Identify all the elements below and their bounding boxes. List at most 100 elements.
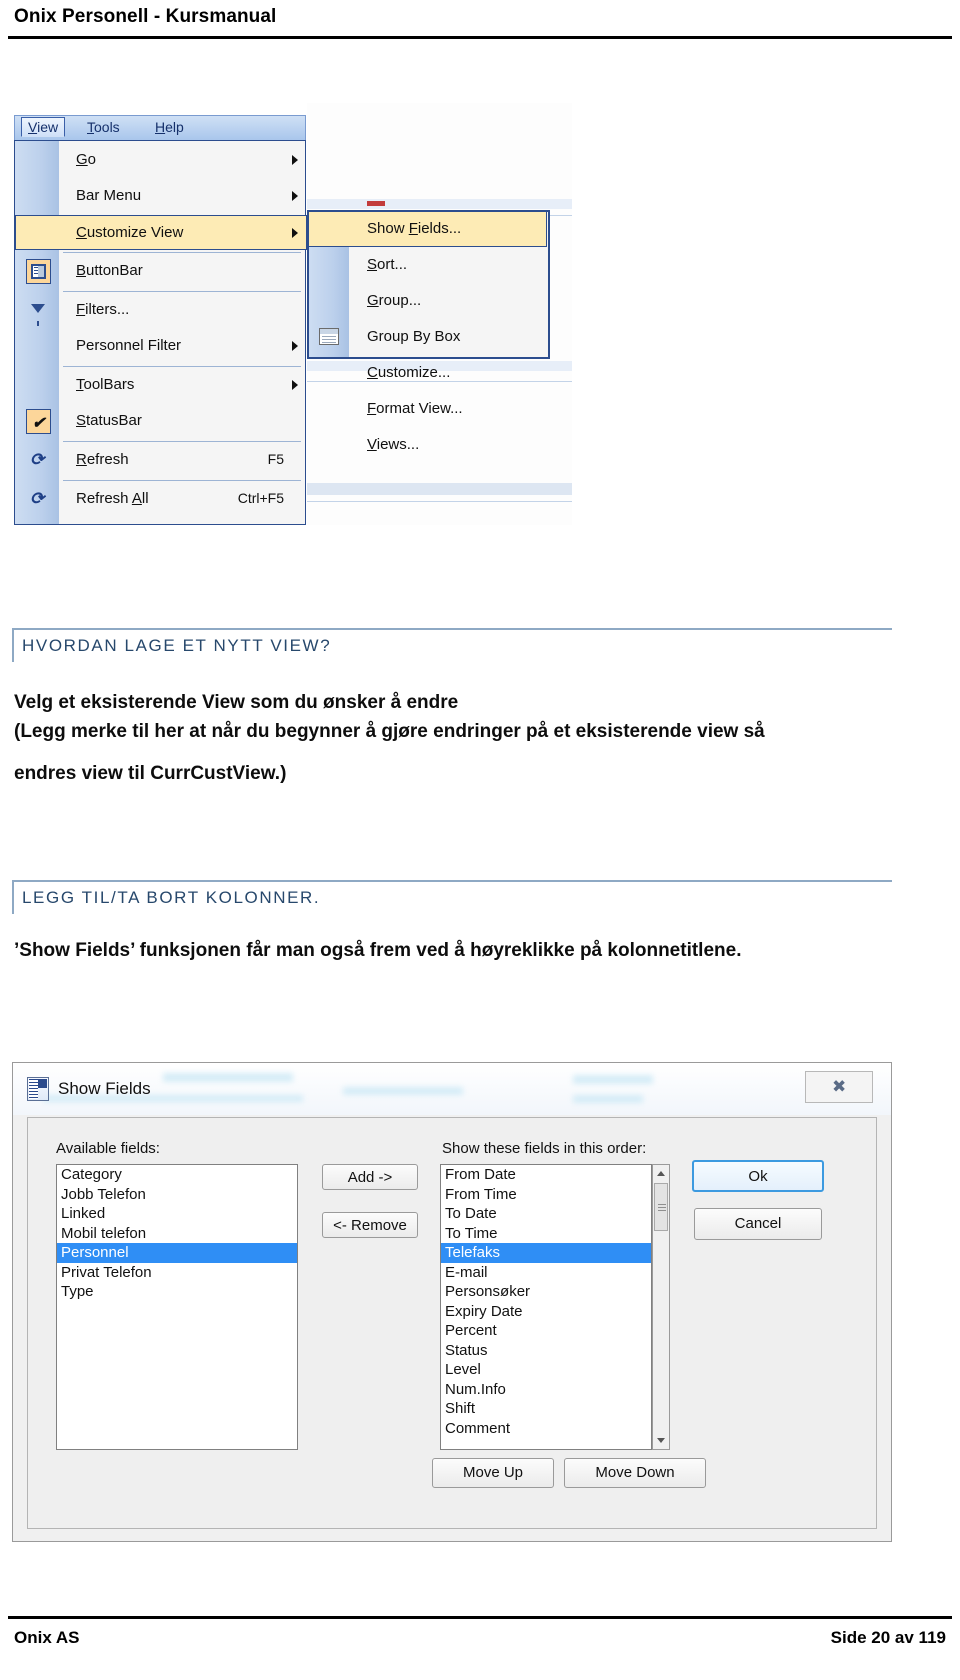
- header-divider: [8, 36, 952, 39]
- order-fields-listbox[interactable]: From Date From Time To Date To Time Tele…: [440, 1164, 652, 1450]
- list-item[interactable]: Type: [57, 1282, 297, 1302]
- show-fields-dialog-screenshot: Show Fields ✖ Available fields: Show the…: [12, 1062, 892, 1542]
- menu-item-go[interactable]: Go: [16, 143, 306, 178]
- menu-separator: [63, 441, 301, 442]
- submenu-item-label: Sort...: [367, 256, 408, 273]
- list-item[interactable]: Mobil telefon: [57, 1224, 297, 1244]
- list-item[interactable]: Status: [441, 1341, 651, 1361]
- section2-line1: ’Show Fields’ funksjonen får man også fr…: [14, 940, 742, 961]
- submenu-item-label: Customize...: [367, 364, 451, 381]
- submenu-arrow-icon: [292, 191, 298, 201]
- checkmark-icon: ✔: [26, 409, 51, 434]
- list-item[interactable]: Privat Telefon: [57, 1263, 297, 1283]
- group-by-box-icon: [319, 328, 339, 345]
- submenu-item-sort[interactable]: Sort...: [309, 248, 548, 284]
- menu-separator: [63, 291, 301, 292]
- scrollbar-thumb[interactable]: [654, 1183, 668, 1231]
- menu-item-label: StatusBar: [76, 412, 142, 429]
- order-fields-label: Show these fields in this order:: [442, 1140, 647, 1157]
- buttonbar-icon: [26, 259, 51, 284]
- available-fields-label: Available fields:: [56, 1140, 160, 1157]
- menu-item-refresh[interactable]: ⟳ Refresh F5: [16, 443, 306, 478]
- dialog-title-text: Show Fields: [58, 1079, 151, 1098]
- menu-item-label: Bar Menu: [76, 187, 142, 204]
- list-item-selected[interactable]: Personnel: [57, 1243, 297, 1263]
- dialog-body: Available fields: Show these fields in t…: [27, 1117, 877, 1529]
- move-up-button[interactable]: Move Up: [432, 1458, 554, 1488]
- list-item[interactable]: Linked: [57, 1204, 297, 1224]
- menu-item-refresh-all[interactable]: ⟳ Refresh All Ctrl+F5: [16, 482, 306, 517]
- list-item-selected[interactable]: Telefaks: [441, 1243, 651, 1263]
- close-button[interactable]: ✖: [805, 1071, 873, 1103]
- submenu-arrow-icon: [292, 155, 298, 165]
- submenu-arrow-icon: [292, 380, 298, 390]
- list-item[interactable]: Jobb Telefon: [57, 1185, 297, 1205]
- menu-item-toolbars[interactable]: ToolBars: [16, 368, 306, 403]
- menu-item-customize-view[interactable]: Customize View: [15, 215, 307, 250]
- scroll-up-button[interactable]: [653, 1165, 669, 1181]
- menu-item-label: ButtonBar: [76, 262, 143, 279]
- menu-item-label: Go: [76, 151, 97, 168]
- list-item[interactable]: Personsøker: [441, 1282, 651, 1302]
- menu-separator: [63, 480, 301, 481]
- menu-item-buttonbar[interactable]: ButtonBar: [16, 254, 306, 289]
- remove-button[interactable]: <- Remove: [322, 1212, 418, 1238]
- submenu-item-group[interactable]: Group...: [309, 284, 548, 320]
- menu-item-shortcut: Ctrl+F5: [237, 490, 284, 506]
- section-rule: [12, 628, 892, 630]
- menu-item-label: Refresh All: [76, 490, 149, 507]
- view-dropdown-menu: Go Bar Menu Customize View ButtonBar Fil…: [14, 140, 307, 525]
- menu-item-label: Filters...: [76, 301, 130, 318]
- available-fields-listbox[interactable]: Category Jobb Telefon Linked Mobil telef…: [56, 1164, 298, 1450]
- page-header: Onix Personell - Kursmanual: [0, 0, 960, 40]
- section-vertical-bar: [12, 880, 14, 914]
- close-icon: ✖: [832, 1077, 847, 1096]
- background-toolbar: [307, 199, 572, 209]
- menu-item-filters[interactable]: Filters...: [16, 293, 306, 328]
- footer-divider: [8, 1616, 952, 1619]
- list-item[interactable]: Comment: [441, 1419, 651, 1439]
- menu-item-label: ToolBars: [76, 376, 135, 393]
- background-accent: [367, 201, 385, 206]
- submenu-item-customize[interactable]: Customize...: [309, 356, 548, 392]
- list-item[interactable]: To Date: [441, 1204, 651, 1224]
- list-item[interactable]: To Time: [441, 1224, 651, 1244]
- move-down-button[interactable]: Move Down: [564, 1458, 706, 1488]
- menu-item-bar-menu[interactable]: Bar Menu: [16, 179, 306, 214]
- submenu-item-views[interactable]: Views...: [309, 428, 548, 464]
- list-item[interactable]: Num.Info: [441, 1380, 651, 1400]
- scroll-down-button[interactable]: [653, 1433, 669, 1449]
- list-item[interactable]: From Time: [441, 1185, 651, 1205]
- menubar-item-tools[interactable]: Tools: [87, 119, 120, 135]
- submenu-item-format-view[interactable]: Format View...: [309, 392, 548, 428]
- show-fields-window-icon: [27, 1077, 49, 1101]
- list-item[interactable]: Expiry Date: [441, 1302, 651, 1322]
- list-item[interactable]: Category: [57, 1165, 297, 1185]
- list-item[interactable]: E-mail: [441, 1263, 651, 1283]
- ok-button[interactable]: Ok: [692, 1160, 824, 1192]
- titlebar-blur: [163, 1073, 293, 1082]
- menu-item-label: Customize View: [76, 224, 184, 241]
- refresh-icon: ⟳: [30, 450, 45, 469]
- section-heading-text: HVORDAN LAGE ET NYTT VIEW?: [22, 636, 332, 655]
- footer-company: Onix AS: [14, 1628, 80, 1647]
- submenu-item-show-fields[interactable]: Show Fields...: [308, 211, 547, 247]
- list-item[interactable]: From Date: [441, 1165, 651, 1185]
- submenu-arrow-icon: [292, 228, 298, 238]
- menubar-item-help[interactable]: Help: [155, 119, 184, 135]
- list-item[interactable]: Shift: [441, 1399, 651, 1419]
- menu-item-statusbar[interactable]: ✔ StatusBar: [16, 404, 306, 439]
- list-item[interactable]: Percent: [441, 1321, 651, 1341]
- list-item[interactable]: Level: [441, 1360, 651, 1380]
- titlebar-blur: [573, 1095, 643, 1103]
- submenu-item-group-by-box[interactable]: Group By Box: [309, 320, 548, 356]
- cancel-button[interactable]: Cancel: [694, 1208, 822, 1240]
- submenu-item-label: Views...: [367, 436, 420, 453]
- order-listbox-scrollbar[interactable]: [652, 1164, 670, 1450]
- add-button[interactable]: Add ->: [322, 1164, 418, 1190]
- background-line-3: [307, 501, 572, 502]
- dialog-titlebar: Show Fields ✖: [13, 1063, 891, 1115]
- menubar-item-view[interactable]: View: [21, 117, 66, 137]
- submenu-item-label: Group By Box: [367, 328, 461, 345]
- menu-item-personnel-filter[interactable]: Personnel Filter: [16, 329, 306, 364]
